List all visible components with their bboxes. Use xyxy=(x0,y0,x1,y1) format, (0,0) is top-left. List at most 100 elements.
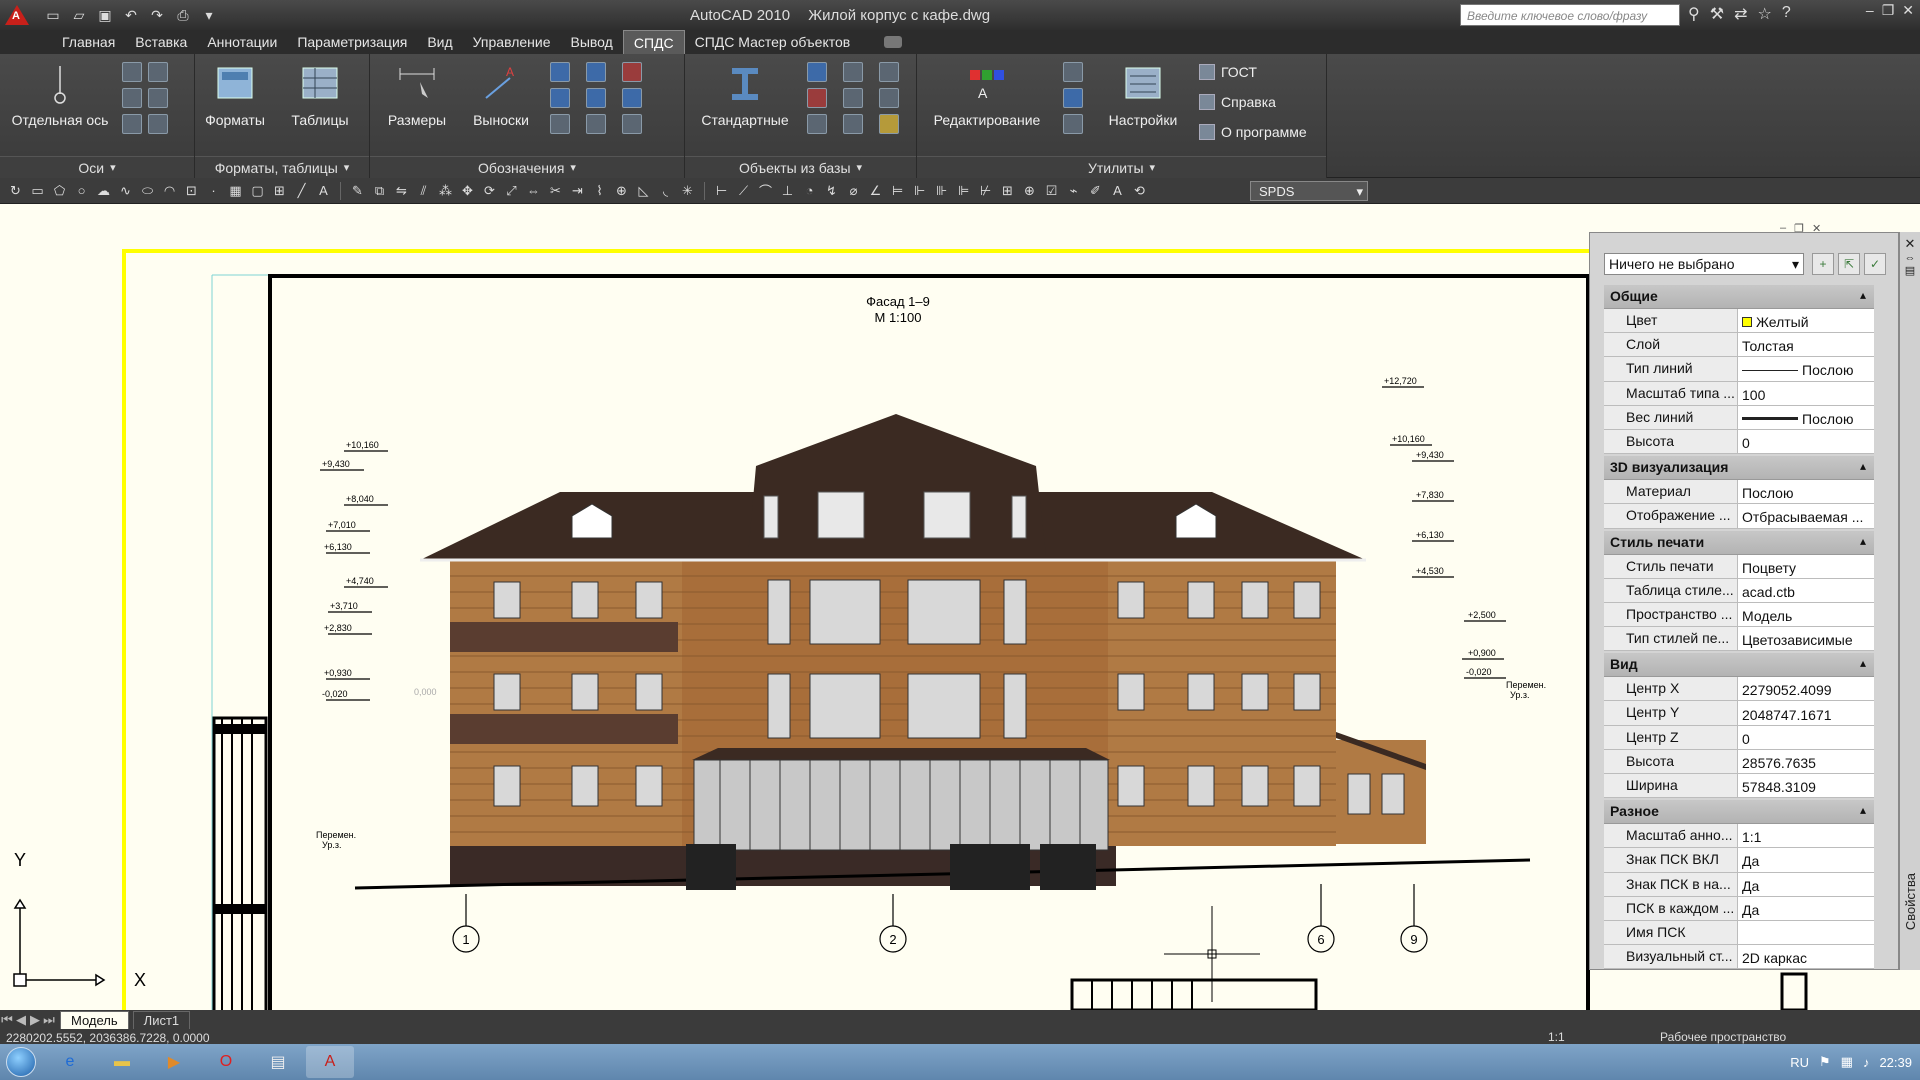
properties-side-strip[interactable]: ✕ ⇔ ▤ Свойства xyxy=(1899,232,1920,970)
dim-style-select[interactable]: SPDS xyxy=(1250,181,1368,201)
new-file-icon[interactable]: ▭ xyxy=(42,5,64,25)
db-item6-icon[interactable] xyxy=(879,88,899,108)
volume-icon[interactable]: ♪ xyxy=(1863,1055,1870,1070)
db-item1-icon[interactable] xyxy=(807,62,827,82)
ribbon-minimize-toggle[interactable] xyxy=(884,36,903,48)
prop-row[interactable]: ПСК в каждом ... Да xyxy=(1604,896,1874,921)
prop-row[interactable]: Высота 0 xyxy=(1604,429,1874,455)
tab-annotate[interactable]: Аннотации xyxy=(197,30,287,54)
dim-break-icon[interactable]: ⊬ xyxy=(976,181,995,200)
standard-button[interactable]: Стандартные xyxy=(697,62,793,128)
table-draw-icon[interactable]: ⊞ xyxy=(270,181,289,200)
prop-row[interactable]: Масштаб анно... 1:1 xyxy=(1604,824,1874,849)
prop-row[interactable]: Тип стилей пе... Цветозависимые xyxy=(1604,627,1874,652)
tab-view[interactable]: Вид xyxy=(417,30,462,54)
panel-title-db-objects[interactable]: Объекты из базы xyxy=(685,156,916,178)
binoculars-icon[interactable]: ⚲ xyxy=(1688,4,1700,24)
db-item4-icon[interactable] xyxy=(807,88,827,108)
panel-title-axes[interactable]: Оси xyxy=(0,156,194,178)
prop-row[interactable]: Вес линий Послою xyxy=(1604,405,1874,430)
tab-model[interactable]: Модель xyxy=(60,1011,129,1029)
axis-align-icon[interactable] xyxy=(148,88,168,108)
prop-row[interactable]: Центр X 2279052.4099 xyxy=(1604,677,1874,702)
arrow-icon[interactable] xyxy=(586,88,606,108)
coordinates-readout[interactable]: 2280202.5552, 2036386.7228, 0.0000 xyxy=(6,1031,210,1045)
spline-icon[interactable]: ∿ xyxy=(116,181,135,200)
tab-home[interactable]: Главная xyxy=(52,30,125,54)
array-icon[interactable]: ⁂ xyxy=(436,181,455,200)
util1-icon[interactable] xyxy=(1063,62,1083,82)
db-item9-icon[interactable] xyxy=(879,114,899,134)
prop-row[interactable]: Высота 28576.7635 xyxy=(1604,749,1874,774)
dim-diameter-icon[interactable]: ⌀ xyxy=(844,181,863,200)
network-icon[interactable]: ▦ xyxy=(1841,1054,1853,1070)
app-menu-button[interactable]: A xyxy=(0,0,34,30)
dim-arc-icon[interactable]: ⌒ xyxy=(756,181,775,200)
about-button[interactable]: О программе xyxy=(1199,124,1307,140)
palette-menu-icon[interactable]: ▤ xyxy=(1900,264,1920,277)
prop-row[interactable]: Масштаб типа ... 100 xyxy=(1604,381,1874,406)
dim-update-icon[interactable]: ⟲ xyxy=(1130,181,1149,200)
gost-button[interactable]: ГОСТ xyxy=(1199,64,1257,80)
polyline-icon[interactable]: ↻ xyxy=(6,181,25,200)
workspace-switch[interactable]: Рабочее пространство xyxy=(1660,1030,1786,1044)
axis-copy-icon[interactable] xyxy=(122,114,142,134)
dim-linear-icon[interactable]: ⊢ xyxy=(712,181,731,200)
prop-row[interactable]: Имя ПСК xyxy=(1604,920,1874,946)
frame-icon[interactable] xyxy=(586,114,606,134)
copy-icon[interactable]: ⧉ xyxy=(370,181,389,200)
offset-icon[interactable]: ⫽ xyxy=(414,181,433,200)
panel-title-utilities[interactable]: Утилиты xyxy=(917,156,1326,178)
tab-insert[interactable]: Вставка xyxy=(125,30,197,54)
db-item2-icon[interactable] xyxy=(843,62,863,82)
prop-row[interactable]: Стиль печати Поцвету xyxy=(1604,554,1874,579)
break-line-icon[interactable] xyxy=(622,62,642,82)
save-icon[interactable]: ▣ xyxy=(94,5,116,25)
tab-sheet1[interactable]: Лист1 xyxy=(132,1011,191,1029)
level-mark-icon[interactable] xyxy=(550,62,570,82)
ellipse-icon[interactable]: ⬭ xyxy=(138,181,157,200)
hatch-icon[interactable]: ▦ xyxy=(226,181,245,200)
quick-select-icon[interactable]: ✓ xyxy=(1864,253,1886,275)
db-item3-icon[interactable] xyxy=(879,62,899,82)
center-mark-icon[interactable]: ⊕ xyxy=(1020,181,1039,200)
selection-dropdown[interactable]: Ничего не выбрано xyxy=(1604,253,1804,275)
dim-angular-icon[interactable]: ∠ xyxy=(866,181,885,200)
tab-manage[interactable]: Управление xyxy=(463,30,561,54)
break-icon[interactable]: ⌇ xyxy=(590,181,609,200)
scale-icon[interactable]: ⤢ xyxy=(502,181,521,200)
prop-row[interactable]: Таблица стиле... acad.ctb xyxy=(1604,578,1874,603)
section-3d[interactable]: 3D визуализация xyxy=(1604,456,1874,481)
prop-row[interactable]: Центр Y 2048747.1671 xyxy=(1604,701,1874,726)
arc-icon[interactable]: ◠ xyxy=(160,181,179,200)
dim-aligned-icon[interactable]: ⟋ xyxy=(734,181,753,200)
settings-button[interactable]: Настройки xyxy=(1103,62,1183,128)
util2-icon[interactable] xyxy=(1063,88,1083,108)
editing-button[interactable]: A Редактирование xyxy=(927,62,1047,128)
prop-row[interactable]: Пространство ... Модель xyxy=(1604,602,1874,628)
cloud-icon[interactable]: ☁ xyxy=(94,181,113,200)
autocad-taskbar-icon[interactable]: A xyxy=(306,1046,354,1078)
annotation-scale[interactable]: 1:1 xyxy=(1548,1030,1565,1044)
prop-row[interactable]: Знак ПСК в на... Да xyxy=(1604,872,1874,897)
rotate-icon[interactable]: ⟳ xyxy=(480,181,499,200)
qat-dropdown-icon[interactable]: ▾ xyxy=(198,5,220,25)
section-general[interactable]: Общие xyxy=(1604,285,1874,309)
language-indicator[interactable]: RU xyxy=(1790,1055,1809,1070)
join-icon[interactable]: ⊕ xyxy=(612,181,631,200)
tab-spds[interactable]: СПДС xyxy=(622,29,685,55)
dim-text-edit-icon[interactable]: A xyxy=(1108,181,1127,200)
autohide-icon[interactable]: ⇔ xyxy=(1900,252,1920,264)
baseline-icon[interactable]: ⊩ xyxy=(910,181,929,200)
axis-marker-icon[interactable] xyxy=(148,62,168,82)
prop-row[interactable]: Тип линий Послою xyxy=(1604,357,1874,382)
leaders-button[interactable]: A Выноски xyxy=(466,62,536,128)
tolerance-icon[interactable]: ⊞ xyxy=(998,181,1017,200)
jog-line-icon[interactable]: ⌁ xyxy=(1064,181,1083,200)
chamfer-icon[interactable]: ◺ xyxy=(634,181,653,200)
flag-icon[interactable]: ⚑ xyxy=(1819,1054,1831,1070)
redo-icon[interactable]: ↷ xyxy=(146,5,168,25)
prop-row[interactable]: Отображение ... Отбрасываемая ... xyxy=(1604,504,1874,529)
prop-row[interactable]: Ширина 57848.3109 xyxy=(1604,774,1874,799)
link-icon[interactable] xyxy=(622,114,642,134)
